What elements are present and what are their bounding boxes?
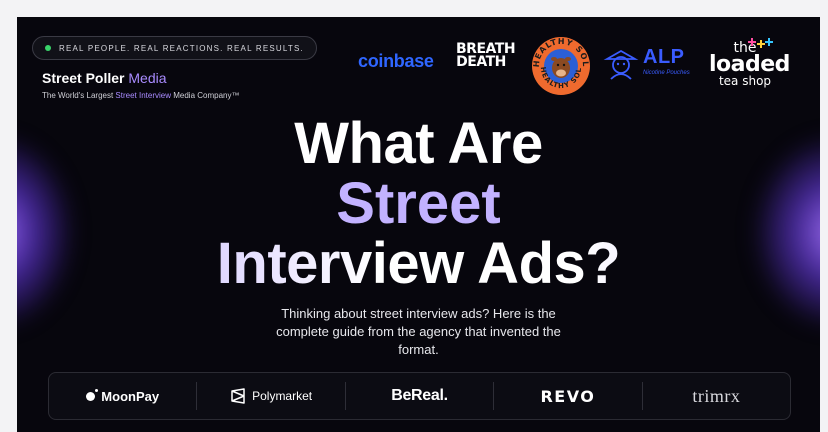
brand-tagline-start: The World's Largest — [42, 91, 116, 100]
loaded-line3: tea shop — [718, 74, 772, 88]
headline-line3: Interview Ads? — [17, 234, 820, 294]
revo-logo: REVO — [540, 386, 596, 406]
moonpay-logo: MoonPay — [49, 382, 196, 410]
healthy-sol-logo: HEALTHY SOL HEALTHY SOL — [532, 37, 590, 95]
polymarket-wordmark: Polymarket — [252, 389, 313, 403]
page-frame: REAL PEOPLE. REAL REACTIONS. REAL RESULT… — [0, 0, 828, 432]
breath-death-line2: DEATH — [456, 54, 506, 70]
polymarket-icon — [231, 388, 245, 404]
trimrx-logo: trimrx — [692, 385, 741, 406]
polymarket-logo: Polymarket — [197, 382, 344, 410]
headline-line1: What Are — [294, 111, 543, 176]
alp-wordmark: ALP — [643, 46, 685, 68]
hero-section: REAL PEOPLE. REAL REACTIONS. REAL RESULT… — [17, 17, 820, 432]
loaded-tea-shop-logo: the loaded tea shop — [709, 38, 790, 88]
brand-tagline-end: Media Company™ — [171, 91, 240, 100]
sparkle-icon — [748, 38, 773, 48]
brand-name-primary: Street Poller — [42, 70, 129, 86]
status-dot-icon — [45, 45, 51, 51]
alp-mascot-icon — [603, 49, 639, 80]
brand-tagline-accent: Street Interview — [115, 91, 171, 100]
tagline-text: REAL PEOPLE. REAL REACTIONS. REAL RESULT… — [59, 43, 304, 53]
brand-name-accent: Media — [128, 70, 167, 86]
moonpay-wordmark: MoonPay — [101, 388, 160, 404]
tagline-badge: REAL PEOPLE. REAL REACTIONS. REAL RESULT… — [32, 36, 317, 60]
hero-subtitle: Thinking about street interview ads? Her… — [276, 306, 561, 357]
loaded-line2: loaded — [709, 52, 790, 77]
brand-tagline: The World's Largest Street Interview Med… — [42, 91, 239, 100]
client-logo-strip: MoonPay Polymarket BeReal. REVO trimrx — [48, 372, 791, 420]
breath-death-logo: BREATH DEATH — [456, 42, 516, 70]
brand-name[interactable]: Street Poller Media — [42, 70, 167, 86]
coinbase-logo: coinbase — [358, 51, 434, 71]
bereal-logo: BeReal. — [391, 387, 448, 404]
moonpay-icon — [86, 388, 99, 401]
alp-subtext: Nicotine Pouches — [643, 70, 690, 76]
alp-logo: ALP Nicotine Pouches — [603, 43, 703, 85]
headline-line2: Street — [336, 171, 501, 236]
